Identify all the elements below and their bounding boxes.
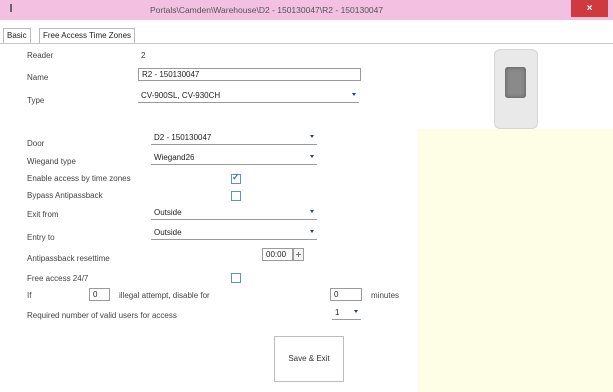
chevron-down-icon — [354, 310, 358, 313]
illegal-attempt-count-input[interactable]: 0 — [89, 288, 110, 301]
tab-basic[interactable]: Basic — [3, 28, 31, 43]
reader-label: Reader — [27, 51, 54, 60]
reader-pad — [505, 67, 526, 98]
minutes-label: minutes — [371, 291, 400, 300]
entry-to-value: Outside — [154, 228, 182, 237]
window-title: Portals\Camden\Warehouse\D2 - 150130047\… — [150, 5, 384, 15]
card-reader-picture — [494, 49, 538, 129]
exit-from-select[interactable]: Outside — [151, 206, 317, 220]
antipassback-reset-time-input[interactable]: 00:00 — [262, 248, 293, 261]
bypass-antipassback-checkbox[interactable] — [231, 191, 241, 201]
required-users-label: Required number of valid users for acces… — [27, 311, 177, 320]
tab-free-access-time-zones[interactable]: Free Access Time Zones — [39, 28, 136, 43]
chevron-down-icon — [310, 155, 314, 158]
time-picker-icon[interactable] — [293, 248, 304, 261]
type-select[interactable]: CV-900SL, CV-930CH — [138, 89, 359, 103]
required-users-value: 1 — [335, 308, 340, 317]
close-icon: × — [586, 3, 593, 14]
entry-to-label: Entry to — [27, 233, 55, 242]
bypass-antipassback-label: Bypass Antipassback — [27, 191, 103, 200]
if-label: If — [27, 291, 32, 300]
disable-minutes-input[interactable]: 0 — [330, 288, 362, 301]
chevron-down-icon — [310, 135, 314, 138]
wiegand-select[interactable]: Wiegand26 — [151, 151, 317, 165]
chevron-down-icon — [310, 230, 314, 233]
free-access-checkbox[interactable] — [231, 273, 241, 283]
name-label: Name — [27, 73, 49, 82]
exit-from-label: Exit from — [27, 210, 59, 219]
info-panel — [418, 129, 613, 392]
enable-time-zones-checkbox[interactable]: ✓ — [231, 172, 241, 184]
title-bar: Portals\Camden\Warehouse\D2 - 150130047\… — [0, 0, 613, 20]
wiegand-select-value: Wiegand26 — [154, 153, 195, 162]
door-label: Door — [27, 139, 45, 148]
reader-value: 2 — [141, 51, 146, 60]
antipassback-reset-label: Antipassback resettime — [27, 254, 110, 263]
check-icon: ✓ — [232, 172, 240, 182]
save-exit-button[interactable]: Save & Exit — [274, 336, 344, 382]
exit-from-value: Outside — [154, 208, 182, 217]
type-select-value: CV-900SL, CV-930CH — [141, 91, 221, 100]
name-input[interactable]: R2 - 150130047 — [138, 68, 361, 81]
reader-image — [483, 49, 547, 129]
close-button[interactable]: × — [571, 0, 608, 17]
required-users-select[interactable]: 1 — [332, 306, 361, 320]
chevron-down-icon — [310, 210, 314, 213]
tab-strip: Basic Free Access Time Zones — [0, 28, 613, 44]
chevron-down-icon — [352, 93, 356, 96]
door-select[interactable]: D2 - 150130047 — [151, 131, 317, 145]
entry-to-select[interactable]: Outside — [151, 226, 317, 240]
type-label: Type — [27, 96, 45, 105]
app-icon — [10, 4, 12, 12]
illegal-attempt-label: illegal attempt, disable for — [119, 291, 210, 300]
wiegand-label: Wiegand type — [27, 157, 76, 166]
free-access-label: Free access 24/7 — [27, 274, 89, 283]
door-select-value: D2 - 150130047 — [154, 133, 212, 142]
enable-time-zones-label: Enable access by time zones — [27, 174, 131, 183]
